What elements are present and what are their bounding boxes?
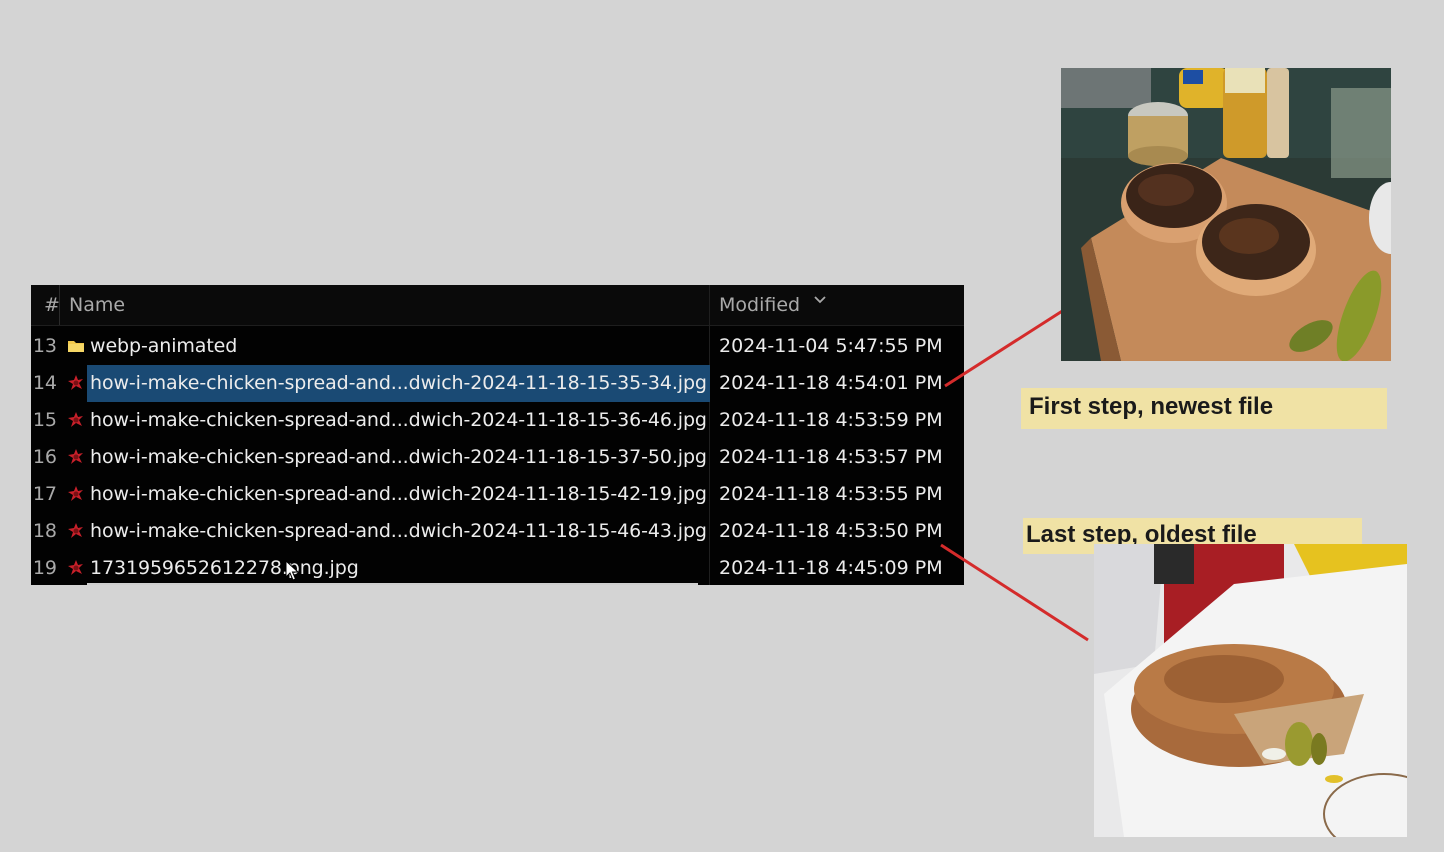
row-number: 14 <box>32 372 57 394</box>
file-row[interactable]: 17 how-i-make-chicken-spread-and...dwich-… <box>31 476 964 513</box>
image-file-icon <box>68 375 83 390</box>
file-row[interactable]: 16 how-i-make-chicken-spread-and...dwich-… <box>31 439 964 476</box>
file-modified-date: 2024-11-04 5:47:55 PM <box>719 335 943 357</box>
chevron-down-icon[interactable] <box>813 289 827 311</box>
file-modified-date: 2024-11-18 4:54:01 PM <box>719 372 943 394</box>
column-header-row: # Name Modified <box>31 285 964 326</box>
row-number: 19 <box>32 557 57 579</box>
file-modified-date: 2024-11-18 4:45:09 PM <box>719 557 943 579</box>
column-header-modified[interactable]: Modified <box>719 294 800 316</box>
row-number: 13 <box>32 335 57 357</box>
file-name[interactable]: webp-animated <box>90 335 237 357</box>
row-number: 15 <box>32 409 57 431</box>
column-divider[interactable] <box>59 285 60 325</box>
row-number: 18 <box>32 520 57 542</box>
rename-edit-underline <box>87 583 698 585</box>
file-name[interactable]: how-i-make-chicken-spread-and...dwich-20… <box>90 409 707 431</box>
file-name[interactable]: how-i-make-chicken-spread-and...dwich-20… <box>90 372 707 394</box>
file-row[interactable]: 18 how-i-make-chicken-spread-and...dwich-… <box>31 513 964 550</box>
last-step-photo <box>1094 544 1407 837</box>
mouse-cursor-icon <box>285 560 300 581</box>
image-file-icon <box>68 523 83 538</box>
file-row[interactable]: 14 how-i-make-chicken-spread-and...dwich-… <box>31 365 964 402</box>
row-number: 16 <box>32 446 57 468</box>
file-name[interactable]: how-i-make-chicken-spread-and...dwich-20… <box>90 483 707 505</box>
file-name[interactable]: 1731959652612278.png.jpg <box>90 557 359 579</box>
row-number: 17 <box>32 483 57 505</box>
image-file-icon <box>68 412 83 427</box>
first-step-photo <box>1061 68 1391 361</box>
file-name[interactable]: how-i-make-chicken-spread-and...dwich-20… <box>90 446 707 468</box>
file-modified-date: 2024-11-18 4:53:55 PM <box>719 483 943 505</box>
first-step-label-text: First step, newest file <box>1029 393 1274 420</box>
image-file-icon <box>68 449 83 464</box>
file-name[interactable]: how-i-make-chicken-spread-and...dwich-20… <box>90 520 707 542</box>
image-file-icon <box>68 560 83 575</box>
file-modified-date: 2024-11-18 4:53:57 PM <box>719 446 943 468</box>
column-header-number[interactable]: # <box>44 294 60 316</box>
column-header-name[interactable]: Name <box>69 294 125 316</box>
file-modified-date: 2024-11-18 4:53:50 PM <box>719 520 943 542</box>
folder-icon <box>68 341 84 352</box>
file-modified-date: 2024-11-18 4:53:59 PM <box>719 409 943 431</box>
file-row[interactable]: 19 1731959652612278.png.jpg 2024-11-18 4:4… <box>31 550 964 587</box>
image-file-icon <box>68 486 83 501</box>
file-row[interactable]: 13 webp-animated 2024-11-04 5:47:55 PM <box>31 328 964 365</box>
file-list: # Name Modified 13 webp-animated 2024-11-0… <box>31 285 964 585</box>
first-step-label: First step, newest file <box>1021 388 1387 429</box>
file-row[interactable]: 15 how-i-make-chicken-spread-and...dwich-… <box>31 402 964 439</box>
